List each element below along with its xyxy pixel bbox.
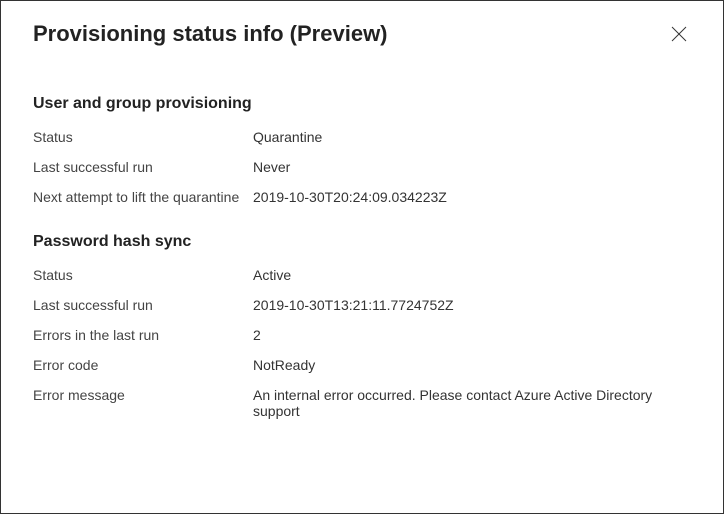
phs-last-run-value: 2019-10-30T13:21:11.7724752Z — [253, 297, 691, 313]
phs-error-msg-label: Error message — [33, 387, 253, 403]
phs-error-code-value: NotReady — [253, 357, 691, 373]
status-row: Status Quarantine — [33, 129, 691, 145]
close-button[interactable] — [667, 22, 691, 46]
phs-last-run-label: Last successful run — [33, 297, 253, 313]
password-hash-heading: Password hash sync — [33, 233, 691, 251]
phs-errors-label: Errors in the last run — [33, 327, 253, 343]
next-attempt-row: Next attempt to lift the quarantine 2019… — [33, 189, 691, 205]
password-hash-section: Password hash sync Status Active Last su… — [33, 233, 691, 419]
last-run-value: Never — [253, 159, 691, 175]
next-attempt-value: 2019-10-30T20:24:09.034223Z — [253, 189, 691, 205]
close-icon — [671, 26, 687, 42]
phs-error-msg-value: An internal error occurred. Please conta… — [253, 387, 691, 419]
panel-title: Provisioning status info (Preview) — [33, 21, 388, 47]
next-attempt-label: Next attempt to lift the quarantine — [33, 189, 253, 205]
last-run-label: Last successful run — [33, 159, 253, 175]
user-group-section: User and group provisioning Status Quara… — [33, 95, 691, 205]
phs-status-label: Status — [33, 267, 253, 283]
last-run-row: Last successful run Never — [33, 159, 691, 175]
panel-header: Provisioning status info (Preview) — [33, 21, 691, 47]
phs-error-code-label: Error code — [33, 357, 253, 373]
provisioning-status-panel: Provisioning status info (Preview) User … — [1, 1, 723, 513]
status-value: Quarantine — [253, 129, 691, 145]
status-label: Status — [33, 129, 253, 145]
phs-error-msg-row: Error message An internal error occurred… — [33, 387, 691, 419]
phs-errors-value: 2 — [253, 327, 691, 343]
phs-last-run-row: Last successful run 2019-10-30T13:21:11.… — [33, 297, 691, 313]
phs-status-value: Active — [253, 267, 691, 283]
phs-error-code-row: Error code NotReady — [33, 357, 691, 373]
user-group-heading: User and group provisioning — [33, 95, 691, 113]
phs-status-row: Status Active — [33, 267, 691, 283]
phs-errors-row: Errors in the last run 2 — [33, 327, 691, 343]
